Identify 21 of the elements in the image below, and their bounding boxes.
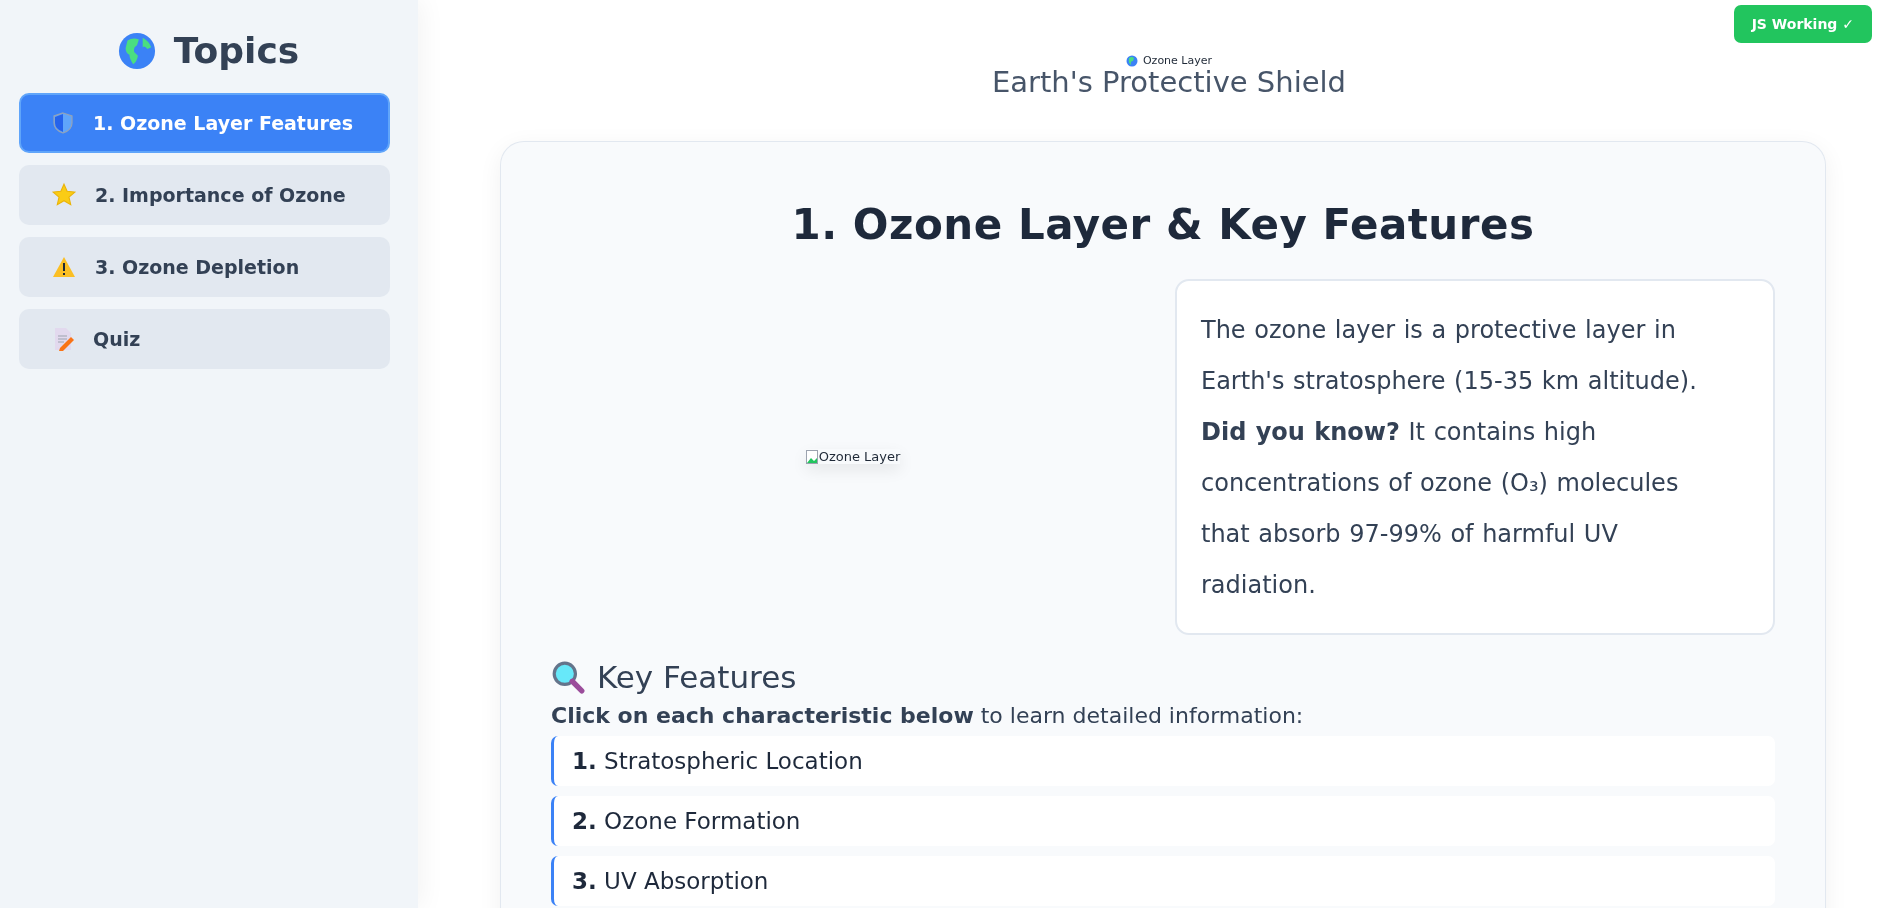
section-title: 1. Ozone Layer & Key Features <box>790 199 1536 249</box>
topic-nav-item[interactable]: 2. Importance of Ozone <box>19 165 390 225</box>
globe-icon <box>117 31 156 70</box>
warning-icon <box>51 255 77 279</box>
magnifier-icon <box>551 659 585 694</box>
info-paragraph: The ozone layer is a protective layer in Earth's stratosphere (15-35 km altitude). Did you know? It contains high concentrations of ozone (O₃) molecules that absorb 97-99% of harmful UV radiation. <box>1175 278 1775 635</box>
instruction-text: Click on each characteristic below to learn detailed information: <box>551 702 1305 728</box>
feature-item[interactable]: 1. Stratospheric Location <box>551 735 1775 786</box>
status-badge: JS Working ✓ <box>1733 5 1872 43</box>
topic-nav-item[interactable]: 3. Ozone Depletion <box>19 237 390 297</box>
feature-item[interactable]: 3. UV Absorption <box>551 855 1775 906</box>
features-heading: Key Features <box>597 658 797 695</box>
shield-icon <box>51 111 75 135</box>
feature-item[interactable]: 2. Ozone Formation <box>551 795 1775 846</box>
star-icon <box>51 182 77 208</box>
sidebar-title: Topics <box>173 30 300 71</box>
topic-nav-item[interactable]: Quiz <box>19 309 390 369</box>
broken-image: Ozone Layer <box>805 449 901 465</box>
page-title: Earth's Protective Shield <box>991 67 1346 99</box>
broken-image: Ozone Layer <box>1125 54 1213 67</box>
topic-nav-item[interactable]: 1. Ozone Layer Features <box>19 93 390 153</box>
